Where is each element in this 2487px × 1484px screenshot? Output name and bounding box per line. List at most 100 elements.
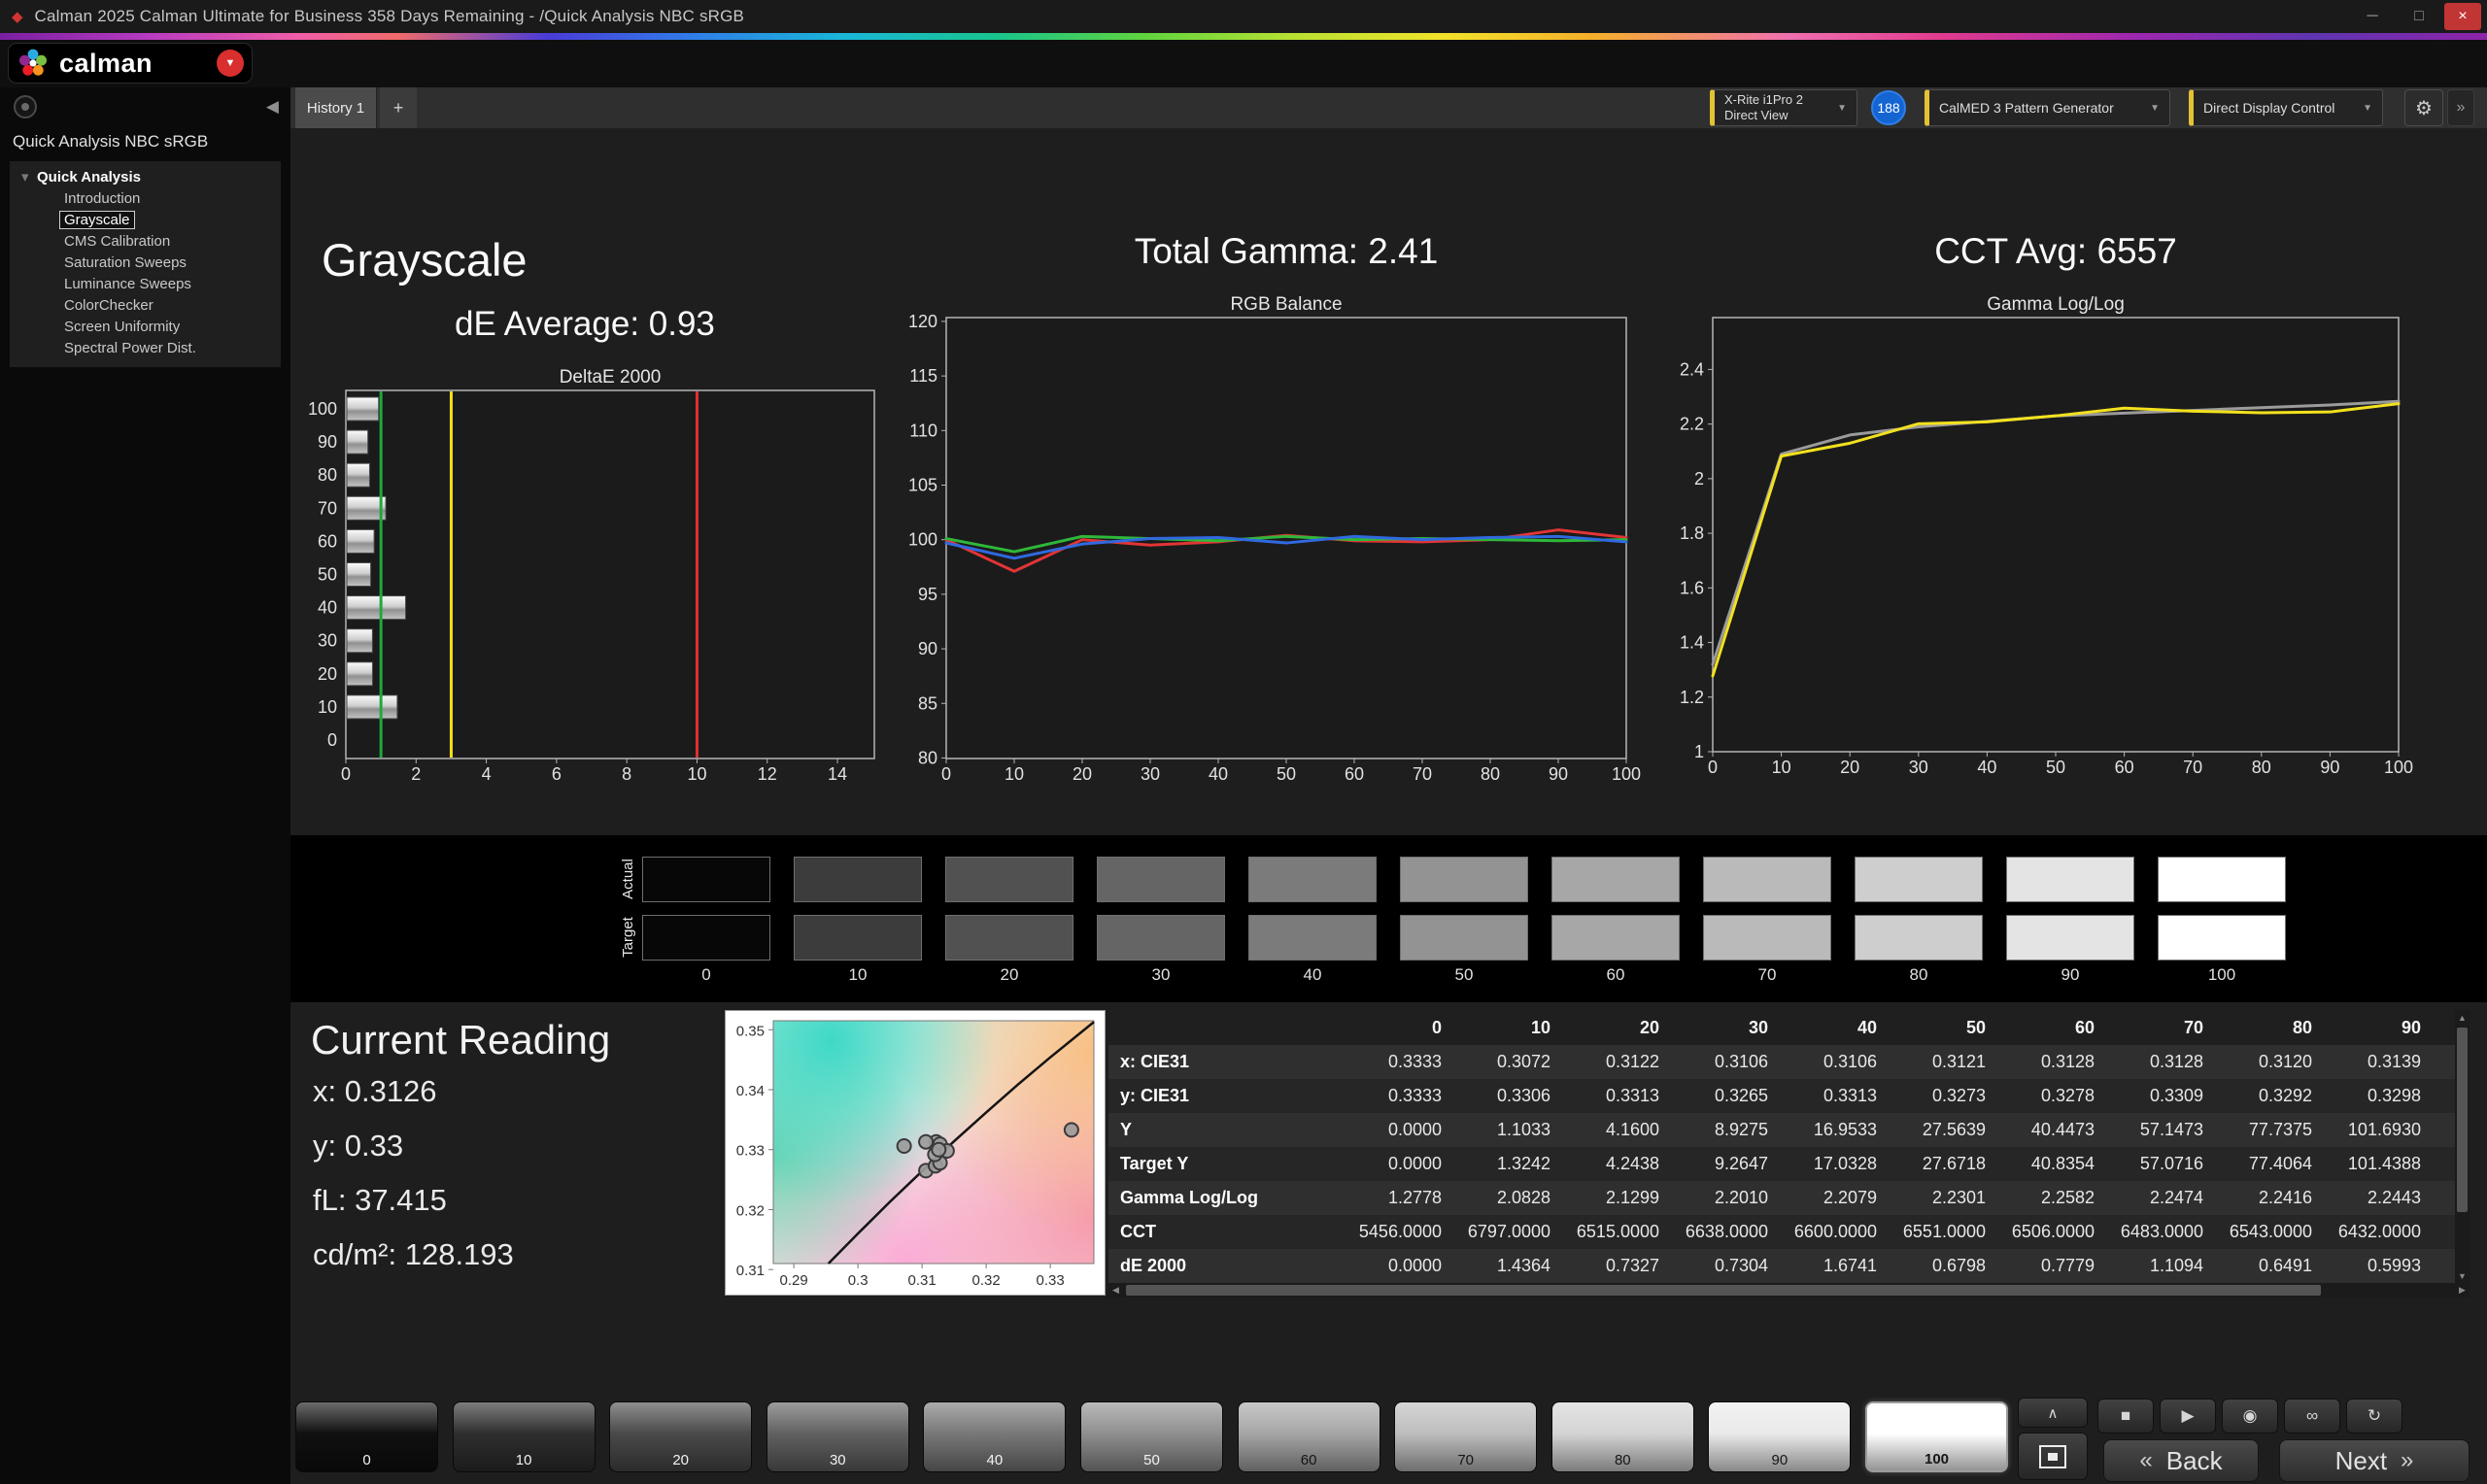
table-horizontal-scrollbar-thumb[interactable] [1126, 1285, 2321, 1296]
sidebar-item-screen-uniformity[interactable]: Screen Uniformity [10, 317, 281, 338]
table-vertical-scrollbar-thumb[interactable] [2457, 1028, 2468, 1212]
tree-expander-icon: ▾ [21, 166, 29, 188]
table-cell: 8.9275 [1673, 1113, 1782, 1147]
actual-swatch-row [642, 857, 2286, 902]
scroll-right-icon[interactable]: ▶ [2455, 1283, 2470, 1298]
more-options-button[interactable]: » [2447, 89, 2474, 126]
refresh-button[interactable]: ↻ [2346, 1399, 2402, 1433]
stop-button[interactable]: ■ [2097, 1399, 2154, 1433]
table-cell: 0.3121 [1891, 1045, 1999, 1079]
pattern-level-40-button[interactable]: 40 [923, 1401, 1066, 1472]
pattern-level-20-button[interactable]: 20 [609, 1401, 752, 1472]
sidebar-item-spectral-power-dist[interactable]: Spectral Power Dist. [10, 338, 281, 359]
pattern-generator-dropdown[interactable]: CalMED 3 Pattern Generator ▼ [1925, 89, 2170, 126]
table-cell: 57.0716 [2108, 1147, 2217, 1181]
meter-selector-dropdown[interactable]: X-Rite i1Pro 2 Direct View ▼ [1710, 89, 1857, 126]
pattern-level-60-button[interactable]: 60 [1238, 1401, 1380, 1472]
pattern-level-100-button[interactable]: 100 [1865, 1401, 2008, 1472]
svg-text:20: 20 [1073, 764, 1092, 784]
sidebar-item-grayscale[interactable]: Grayscale [10, 210, 281, 231]
sidebar-item-saturation-sweeps[interactable]: Saturation Sweeps [10, 253, 281, 274]
pattern-window-button[interactable] [2018, 1433, 2088, 1480]
table-cell: 0.3313 [1564, 1079, 1673, 1113]
row-label: x: CIE31 [1108, 1045, 1346, 1079]
sidebar-item-luminance-sweeps[interactable]: Luminance Sweeps [10, 274, 281, 295]
pattern-level-50-button[interactable]: 50 [1080, 1401, 1223, 1472]
pattern-level-70-button[interactable]: 70 [1394, 1401, 1537, 1472]
pattern-level-90-button[interactable]: 90 [1708, 1401, 1851, 1472]
row-label: y: CIE31 [1108, 1079, 1346, 1113]
table-row-de-2000: dE 20000.00001.43640.73270.73041.67410.6… [1108, 1249, 2470, 1283]
svg-text:0.32: 0.32 [972, 1272, 1001, 1289]
sidebar-item-introduction[interactable]: Introduction [10, 188, 281, 210]
display-control-dropdown[interactable]: Direct Display Control ▼ [2189, 89, 2383, 126]
calman-flower-icon [17, 47, 50, 80]
maximize-button[interactable]: □ [2398, 3, 2440, 30]
table-cell: 0.7304 [1673, 1249, 1782, 1283]
window-controls: ─ □ × [2351, 3, 2481, 30]
svg-text:0: 0 [327, 730, 337, 750]
next-button[interactable]: Next » [2279, 1439, 2470, 1482]
pattern-generator-label: CalMED 3 Pattern Generator [1939, 100, 2114, 116]
table-cell: 0.3309 [2108, 1079, 2217, 1113]
svg-text:0.33: 0.33 [736, 1143, 765, 1160]
swatch-level-label: 40 [1248, 965, 1377, 985]
read-single-button[interactable]: ▶ [2160, 1399, 2216, 1433]
pattern-level-80-button[interactable]: 80 [1551, 1401, 1694, 1472]
logo-menu-caret-icon[interactable]: ▼ [217, 50, 244, 77]
table-col-header-70: 70 [2108, 1010, 2217, 1045]
table-cell: 6483.0000 [2108, 1215, 2217, 1249]
current-reading-title: Current Reading [311, 1017, 610, 1063]
table-cell: 0.3106 [1673, 1045, 1782, 1079]
table-horizontal-scrollbar[interactable]: ◀ ▶ [1108, 1283, 2470, 1298]
back-button[interactable]: « Back [2103, 1439, 2259, 1482]
read-series-button[interactable]: ◉ [2222, 1399, 2278, 1433]
pattern-level-30-button[interactable]: 30 [767, 1401, 909, 1472]
settings-gear-button[interactable]: ⚙ [2404, 89, 2443, 126]
table-cell: 40.4473 [1999, 1113, 2108, 1147]
reading-x-value: x: 0.3126 [313, 1074, 437, 1109]
scroll-left-icon[interactable]: ◀ [1108, 1283, 1123, 1298]
chevron-down-icon: ▼ [1837, 103, 1847, 114]
sidebar-item-colorchecker[interactable]: ColorChecker [10, 295, 281, 317]
table-vertical-scrollbar[interactable]: ▲ ▼ [2455, 1010, 2470, 1283]
sidebar-item-cms-calibration[interactable]: CMS Calibration [10, 231, 281, 253]
scroll-down-icon[interactable]: ▼ [2455, 1268, 2470, 1283]
table-cell: 0.3128 [2108, 1045, 2217, 1079]
reading-fl-value: fL: 37.415 [313, 1183, 447, 1218]
calman-logo-menu[interactable]: calman ▼ [8, 43, 253, 84]
swatch-level-label: 10 [794, 965, 922, 985]
workflow-home-button[interactable] [14, 95, 37, 118]
close-button[interactable]: × [2444, 3, 2481, 30]
target-swatch-80 [1855, 915, 1983, 961]
pattern-collapse-button[interactable]: ∧ [2018, 1398, 2088, 1428]
table-cell: 0.3120 [2217, 1045, 2326, 1079]
scroll-up-icon[interactable]: ▲ [2455, 1010, 2470, 1025]
pattern-level-0-button[interactable]: 0 [295, 1401, 438, 1472]
table-cell: 4.2438 [1564, 1147, 1673, 1181]
target-row-label: Target [621, 908, 636, 966]
svg-text:105: 105 [908, 475, 937, 494]
table-cell: 6551.0000 [1891, 1215, 1999, 1249]
add-tab-button[interactable]: + [380, 87, 417, 128]
logo-text: calman [59, 49, 153, 79]
target-swatch-20 [945, 915, 1073, 961]
reading-cdm2-value: cd/m²: 128.193 [313, 1237, 514, 1272]
app-icon: ◆ [12, 8, 23, 25]
record-icon: ◉ [2243, 1406, 2258, 1426]
table-cell: 0.3333 [1346, 1045, 1455, 1079]
rgb_balance-plot: 0102030405060708090100120115110105100959… [894, 294, 1681, 788]
tree-root-item[interactable]: ▾ Quick Analysis [10, 166, 281, 188]
tab-history-1[interactable]: History 1 [295, 87, 377, 128]
table-row-y: Y0.00001.10334.16008.927516.953327.56394… [1108, 1113, 2470, 1147]
swatch-level-label: 100 [2158, 965, 2286, 985]
read-continuous-button[interactable]: ∞ [2284, 1399, 2340, 1433]
svg-text:90: 90 [1549, 764, 1568, 784]
chevron-down-icon: ▼ [2150, 103, 2160, 114]
minimize-button[interactable]: ─ [2351, 3, 2394, 30]
svg-text:10: 10 [687, 764, 706, 784]
sidebar-collapse-button[interactable]: ◀ [266, 97, 279, 117]
pattern-level-10-button[interactable]: 10 [453, 1401, 596, 1472]
deltae-2000-chart: DeltaE 2000 0246810121410090807060504030… [291, 367, 894, 814]
target-swatch-30 [1097, 915, 1225, 961]
